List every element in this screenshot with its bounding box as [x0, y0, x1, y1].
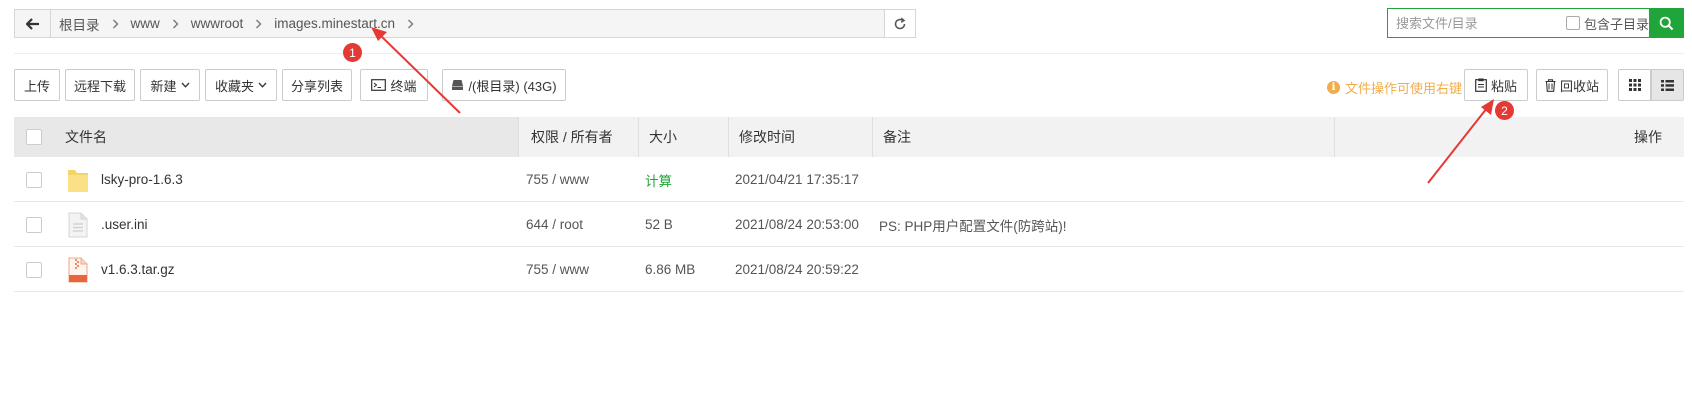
header-size[interactable]: 大小 [638, 117, 728, 157]
header-permission[interactable]: 权限 / 所有者 [518, 117, 632, 157]
file-size: 52 B [645, 217, 673, 232]
chevron-down-icon [258, 82, 267, 88]
disk-button[interactable]: /(根目录) (43G) [442, 69, 566, 101]
recycle-bin-button[interactable]: 回收站 [1536, 69, 1608, 101]
remote-download-label: 远程下载 [74, 78, 127, 94]
header-remark: 备注 [872, 117, 1342, 157]
archive-icon [68, 247, 88, 292]
include-subdir-option[interactable]: 包含子目录 [1566, 9, 1649, 37]
chevron-right-icon [407, 19, 414, 29]
disk-label: /(根目录) (43G) [468, 78, 557, 94]
context-menu-tip: i 文件操作可使用右键 [1327, 78, 1462, 97]
annotation-badge-1: 1 [343, 43, 362, 62]
file-mtime: 2021/04/21 17:35:17 [735, 172, 859, 187]
list-icon [1661, 79, 1674, 91]
new-label: 新建 [150, 78, 177, 94]
table-row[interactable]: lsky-pro-1.6.3 755 / www 计算 2021/04/21 1… [14, 157, 1684, 202]
search-input[interactable] [1388, 9, 1558, 37]
table-row[interactable]: v1.6.3.tar.gz 755 / www 6.86 MB 2021/08/… [14, 247, 1684, 292]
crumb-wwwroot[interactable]: wwwroot [191, 16, 244, 31]
chevron-right-icon [112, 19, 119, 29]
row-checkbox[interactable] [26, 261, 42, 278]
crumb-root[interactable]: 根目录 [59, 14, 100, 34]
paste-button[interactable]: 粘贴 [1464, 69, 1528, 101]
refresh-button[interactable] [884, 10, 915, 37]
header-action: 操作 [1334, 117, 1684, 157]
crumb-www[interactable]: www [131, 16, 160, 31]
chevron-right-icon [172, 19, 179, 29]
table-row[interactable]: .user.ini 644 / root 52 B 2021/08/24 20:… [14, 202, 1684, 247]
grid-icon [1628, 79, 1641, 91]
arrow-left-icon [25, 17, 39, 30]
info-icon: i [1327, 81, 1340, 94]
include-subdir-label: 包含子目录 [1584, 16, 1650, 32]
breadcrumb: 根目录 www wwwroot images.minestart.cn [51, 10, 884, 37]
row-checkbox-cell [26, 157, 42, 202]
file-permission[interactable]: 644 / root [526, 202, 583, 247]
terminal-label: 终端 [390, 78, 417, 94]
row-checkbox-cell [26, 202, 42, 247]
table-header: 文件名 权限 / 所有者 大小 修改时间 备注 操作 [14, 117, 1684, 157]
select-all-checkbox[interactable] [26, 129, 42, 145]
remote-download-button[interactable]: 远程下载 [65, 69, 135, 101]
refresh-icon [894, 17, 906, 29]
chevron-right-icon [255, 19, 262, 29]
grid-view-button[interactable] [1618, 69, 1651, 101]
row-checkbox[interactable] [26, 216, 42, 233]
file-icon [68, 202, 88, 247]
divider [14, 53, 1684, 54]
share-list-button[interactable]: 分享列表 [282, 69, 352, 101]
clipboard-icon [1475, 78, 1487, 92]
paste-label: 粘贴 [1490, 78, 1517, 94]
file-mtime: 2021/08/24 20:59:22 [735, 262, 859, 277]
chevron-down-icon [181, 82, 189, 88]
favorites-label: 收藏夹 [214, 78, 254, 94]
terminal-icon [371, 79, 387, 91]
file-mtime: 2021/08/24 20:53:00 [735, 217, 859, 232]
file-name[interactable]: v1.6.3.tar.gz [101, 247, 175, 292]
header-filename[interactable]: 文件名 [65, 117, 107, 157]
crumb-site[interactable]: images.minestart.cn [274, 16, 395, 31]
header-mtime[interactable]: 修改时间 [728, 117, 868, 157]
file-name[interactable]: lsky-pro-1.6.3 [101, 157, 183, 202]
favorites-dropdown-button[interactable]: 收藏夹 [205, 69, 277, 101]
select-all-cell [26, 117, 42, 157]
file-remark: PS: PHP用户配置文件(防跨站)! [879, 218, 1067, 234]
list-view-button[interactable] [1651, 69, 1684, 101]
upload-button[interactable]: 上传 [14, 69, 60, 101]
back-button[interactable] [15, 10, 51, 37]
folder-icon [66, 157, 90, 202]
hdd-icon [452, 80, 464, 90]
recycle-bin-label: 回收站 [1560, 78, 1600, 94]
upload-label: 上传 [23, 78, 50, 94]
terminal-button[interactable]: 终端 [360, 69, 428, 101]
trash-icon [1545, 78, 1556, 92]
search-box: 包含子目录 [1387, 8, 1684, 38]
file-size-calc[interactable]: 计算 [645, 157, 672, 202]
new-dropdown-button[interactable]: 新建 [140, 69, 200, 101]
row-checkbox-cell [26, 247, 42, 292]
annotation-badge-2: 2 [1495, 101, 1514, 120]
search-icon [1659, 16, 1673, 30]
row-checkbox[interactable] [26, 171, 42, 188]
file-name[interactable]: .user.ini [101, 202, 148, 247]
tip-text: 文件操作可使用右键 [1345, 81, 1463, 96]
include-subdir-checkbox[interactable] [1566, 16, 1580, 30]
path-bar: 根目录 www wwwroot images.minestart.cn [14, 9, 916, 38]
file-size: 6.86 MB [645, 262, 696, 277]
file-permission[interactable]: 755 / www [526, 157, 589, 202]
file-permission[interactable]: 755 / www [526, 247, 589, 292]
share-list-label: 分享列表 [291, 78, 344, 94]
search-button[interactable] [1649, 9, 1683, 37]
